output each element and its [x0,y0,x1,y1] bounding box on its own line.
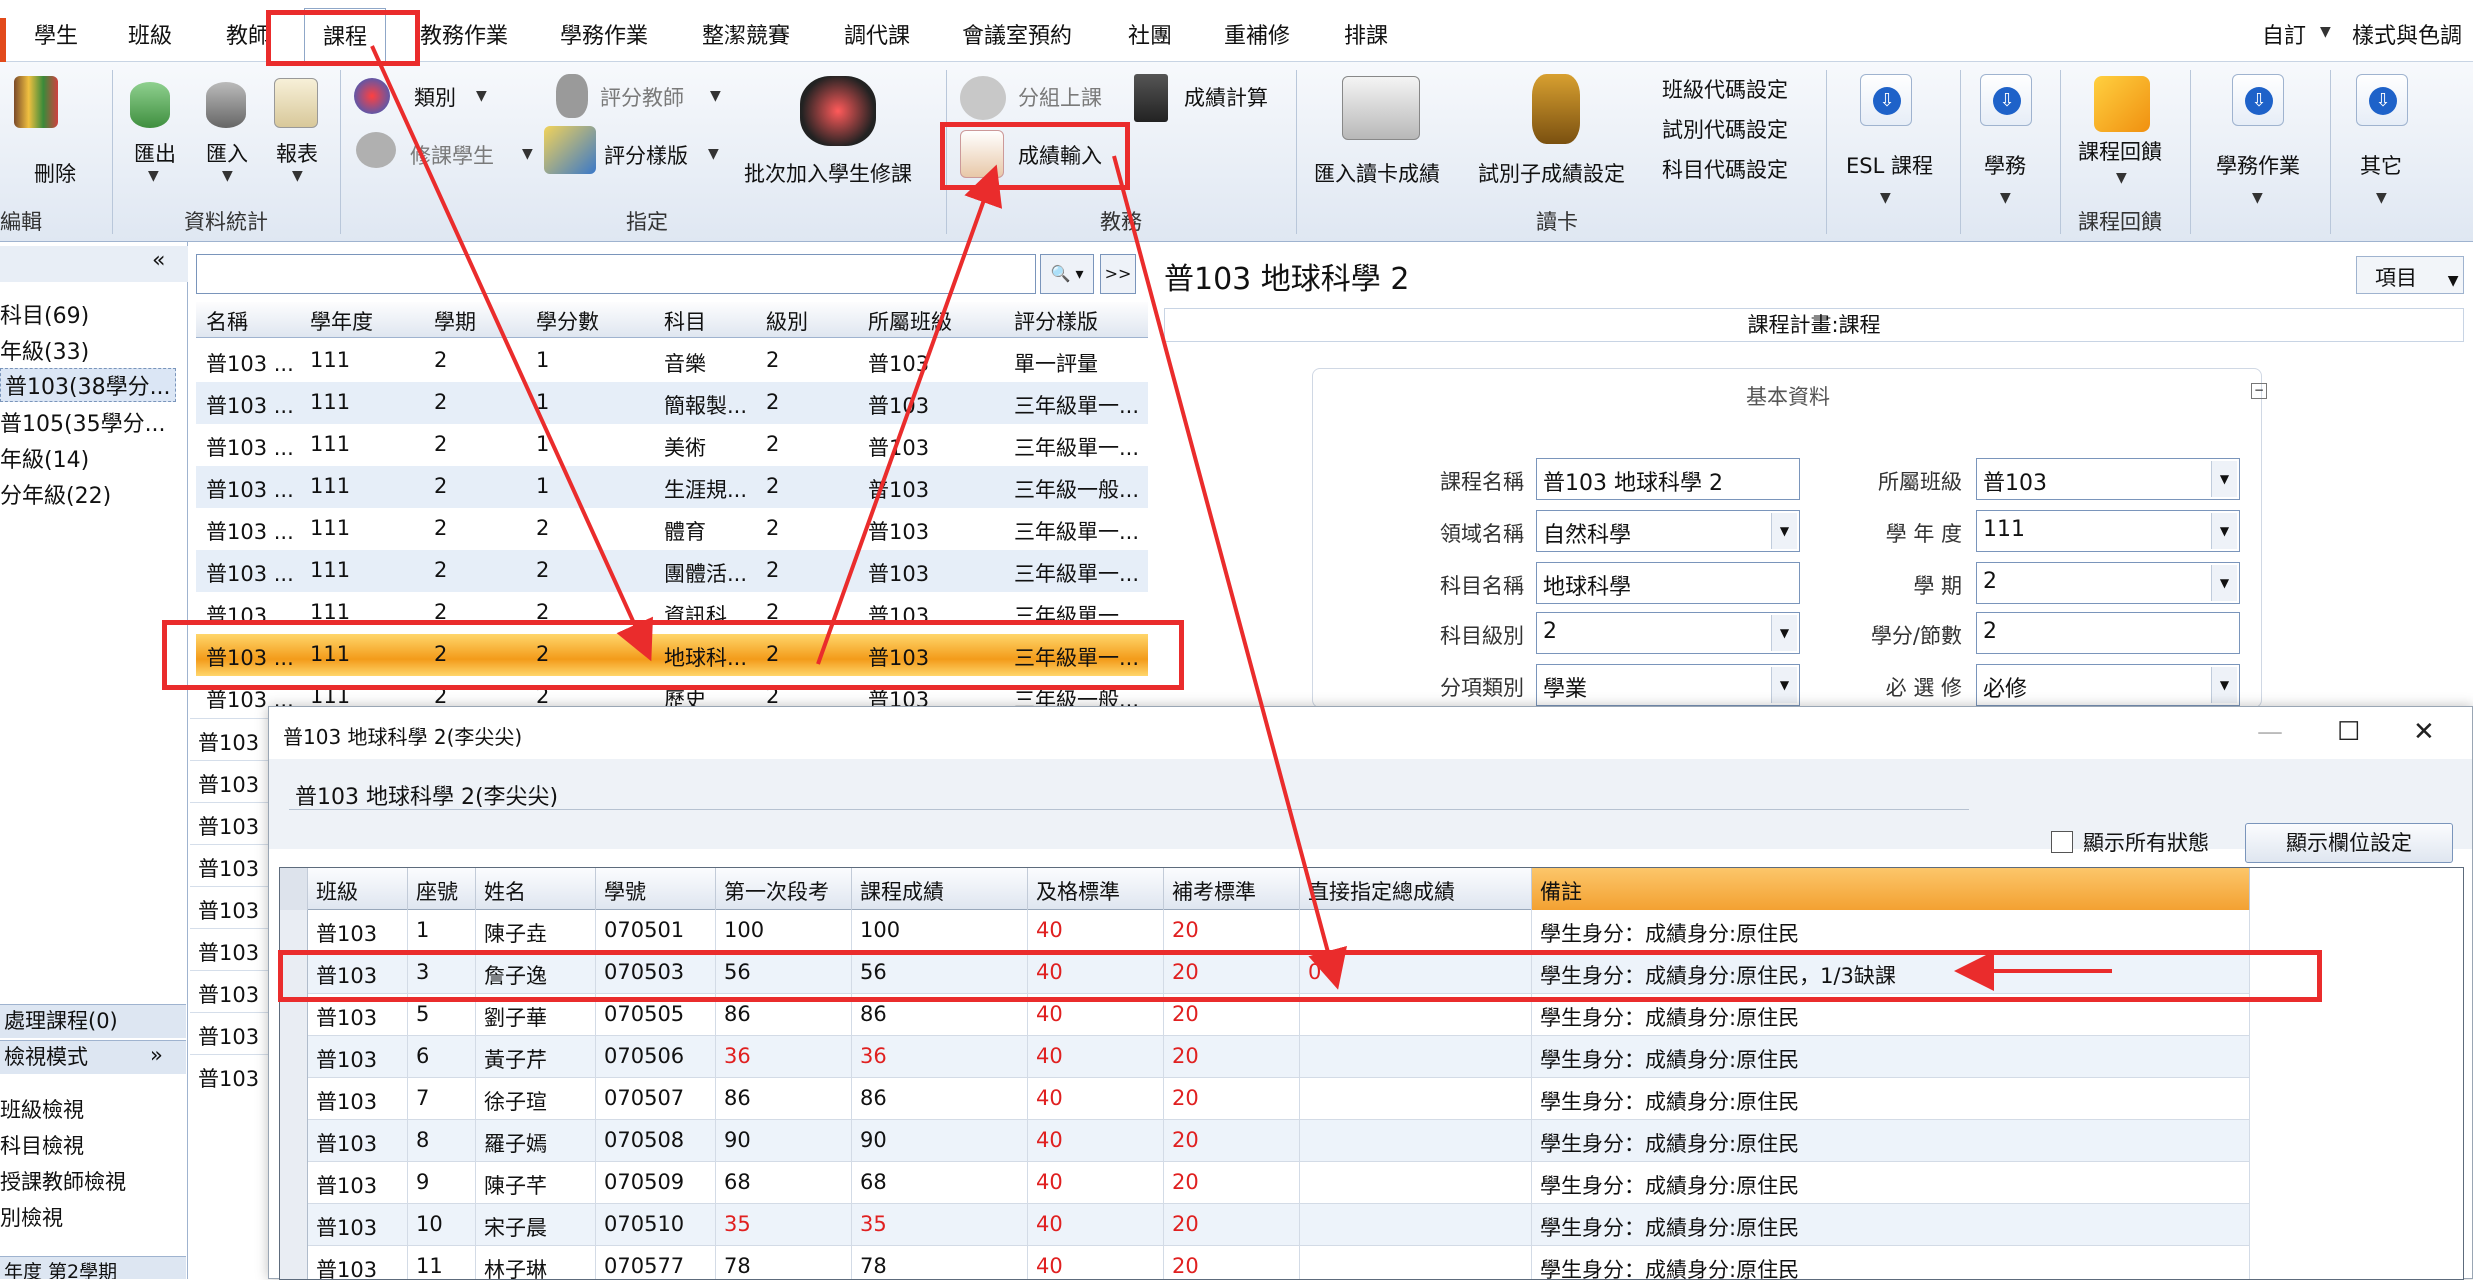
arrow-tab-to-course [370,45,653,662]
arrow-score-input-to-cell [1112,155,1348,990]
arrow-course-to-score-input [816,164,1003,665]
annotation-arrows [370,45,2112,991]
